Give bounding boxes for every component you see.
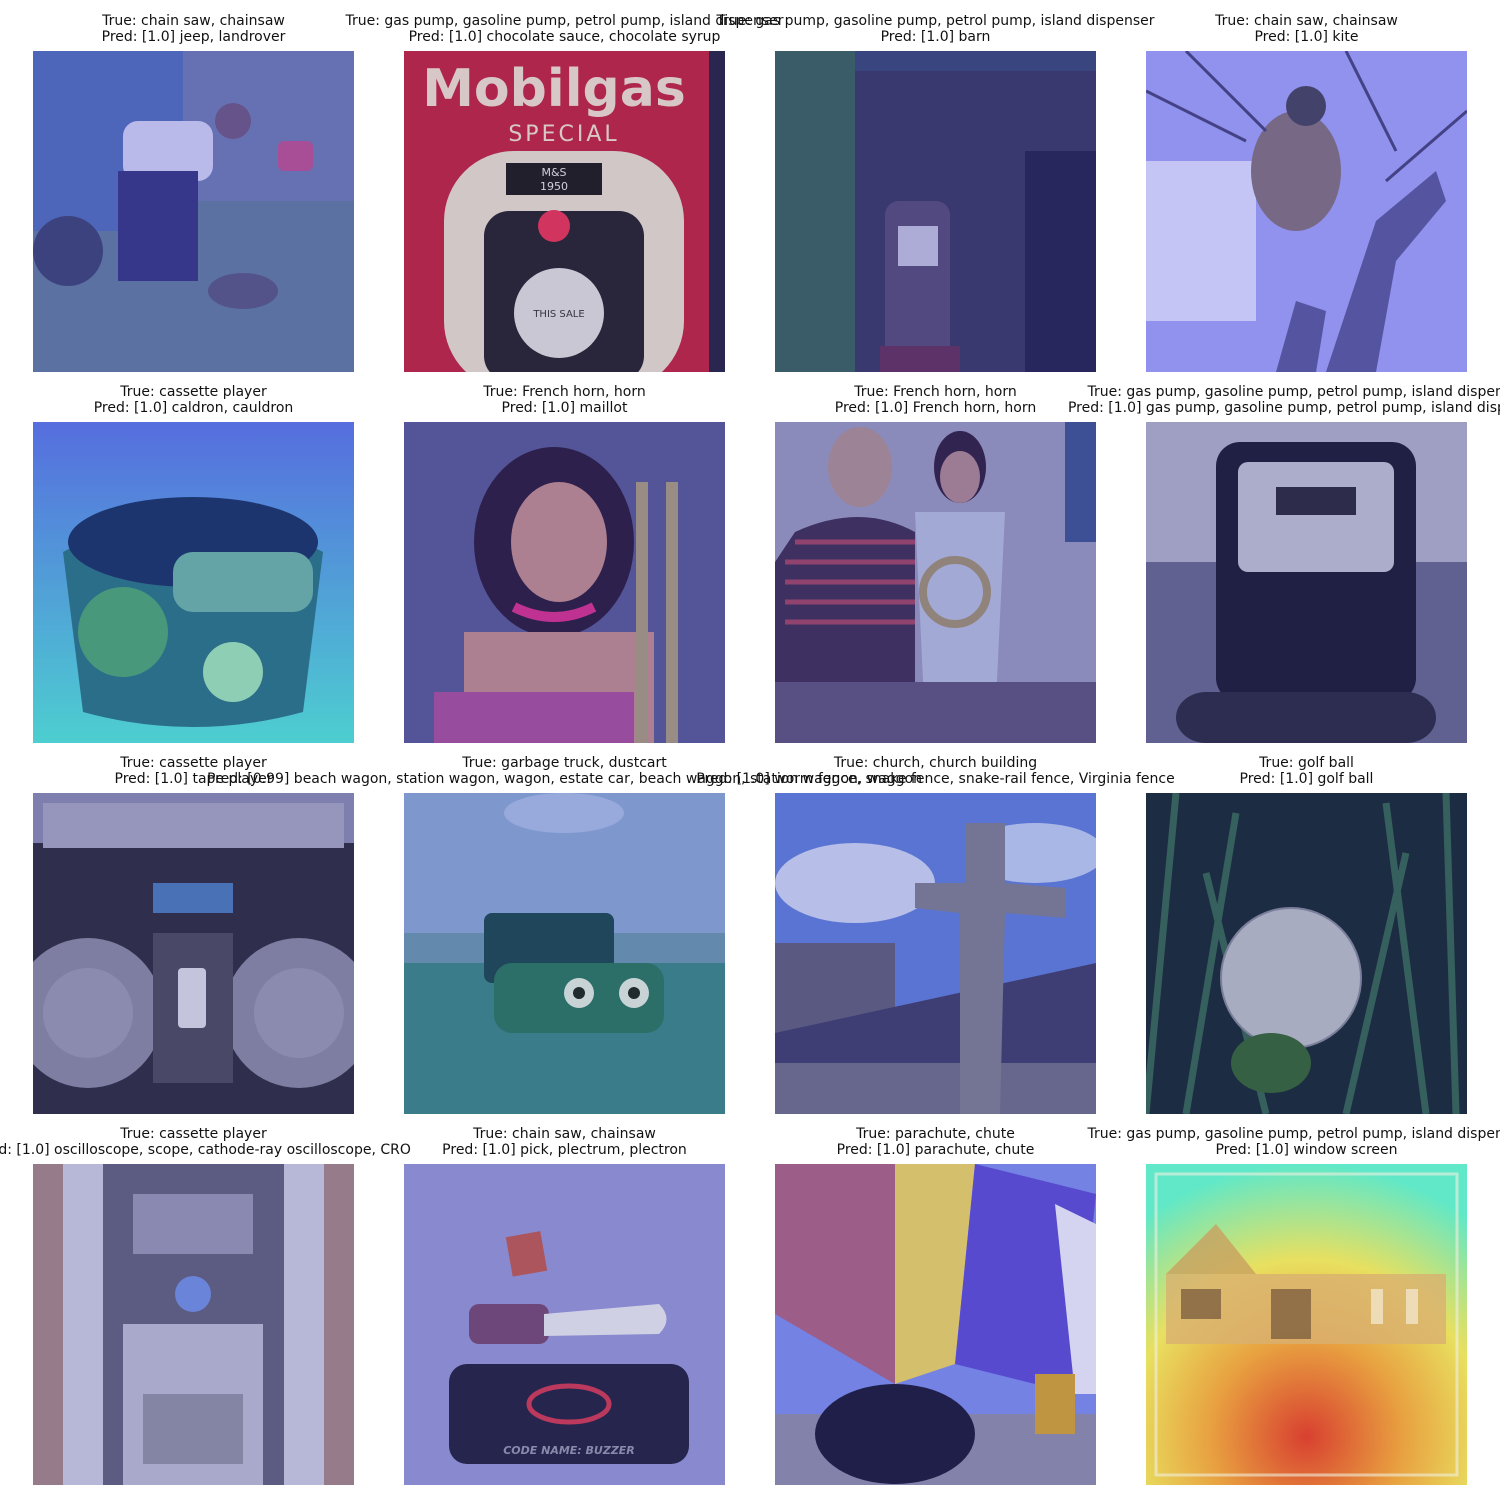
panel-image [33, 422, 354, 743]
panel: True: cassette player Pred: [1.0] caldro… [33, 384, 354, 743]
panel: True: garbage truck, dustcart Pred: [0.9… [207, 755, 922, 1114]
two-people-with-horn-image [775, 422, 1096, 743]
pred-label: Pred: [1.0] gas pump, gasoline pump, pet… [1067, 400, 1500, 416]
panel-image [33, 793, 354, 1114]
golf-ball-image [1146, 793, 1467, 1114]
panel: True: gas pump, gasoline pump, petrol pu… [345, 13, 784, 372]
stereo-system-image [33, 1164, 354, 1485]
panel-image [775, 422, 1096, 743]
round-cassette-player-image [33, 422, 354, 743]
panel-image [775, 793, 1096, 1114]
panel-image: Mobilgas SPECIAL M&S 1950 THIS SALE [404, 51, 725, 372]
stone-cross-image [775, 793, 1096, 1114]
pred-label: Pred: [1.0] golf ball [1239, 771, 1374, 787]
panel-image [404, 793, 725, 1114]
pred-label: Pred: [1.0] kite [1254, 29, 1359, 45]
kids-with-parachute-image [775, 1164, 1096, 1485]
panel: True: French horn, horn Pred: [1.0] Fren… [775, 384, 1096, 743]
woman-with-trombone-image [404, 422, 725, 743]
true-label: True: golf ball [1259, 755, 1354, 771]
vintage-pump-image [1146, 422, 1467, 743]
panel-image [33, 51, 354, 372]
gas-station-heatmap-image [1146, 1164, 1467, 1485]
true-label: True: chain saw, chainsaw [1215, 13, 1398, 29]
panel-image [775, 1164, 1096, 1485]
man-in-tree-image [1146, 51, 1467, 372]
old-pump-image [775, 51, 1096, 372]
panel-image: CODE NAME: BUZZER [404, 1164, 725, 1485]
panel: True: cassette player Pred: [1.0] oscill… [0, 1126, 411, 1485]
panel-image [1146, 422, 1467, 743]
panel: True: parachute, chute Pred: [1.0] parac… [775, 1126, 1096, 1485]
mobilgas-pump-image: Mobilgas SPECIAL M&S 1950 THIS SALE [404, 51, 725, 372]
pred-label: Pred: [1.0] window screen [1215, 1142, 1398, 1158]
panel: True: chain saw, chainsaw Pred: [1.0] ki… [1146, 13, 1467, 372]
panel-image [1146, 1164, 1467, 1485]
true-label: True: gas pump, gasoline pump, petrol pu… [1087, 384, 1500, 400]
panel-image [33, 1164, 354, 1485]
panel-image [775, 51, 1096, 372]
man-with-saw-image [33, 51, 354, 372]
panel: True: golf ball Pred: [1.0] golf ball [1146, 755, 1467, 1114]
panel: True: gas pump, gasoline pump, petrol pu… [1068, 384, 1500, 743]
panel: True: chain saw, chainsaw Pred: [1.0] pi… [404, 1126, 725, 1485]
toy-chainsaw-image: CODE NAME: BUZZER [404, 1164, 725, 1485]
panel: True: gas pump, gasoline pump, petrol pu… [1087, 1126, 1500, 1485]
truck-with-eyes-image [404, 793, 725, 1114]
panel-image [1146, 793, 1467, 1114]
heatmap-figure-grid: True: chain saw, chainsaw Pred: [1.0] je… [0, 0, 1500, 1500]
panel: True: chain saw, chainsaw Pred: [1.0] je… [33, 13, 354, 372]
boombox-image [33, 793, 354, 1114]
panel-image [404, 422, 725, 743]
panel: True: church, church building Pred: [1.0… [696, 755, 1175, 1114]
panel: True: French horn, horn Pred: [1.0] mail… [404, 384, 725, 743]
panel: True: cassette player Pred: [1.0] tape p… [33, 755, 354, 1114]
true-label: True: gas pump, gasoline pump, petrol pu… [1087, 1126, 1500, 1142]
panel: True: gas pump, gasoline pump, petrol pu… [716, 13, 1155, 372]
panel-image [1146, 51, 1467, 372]
